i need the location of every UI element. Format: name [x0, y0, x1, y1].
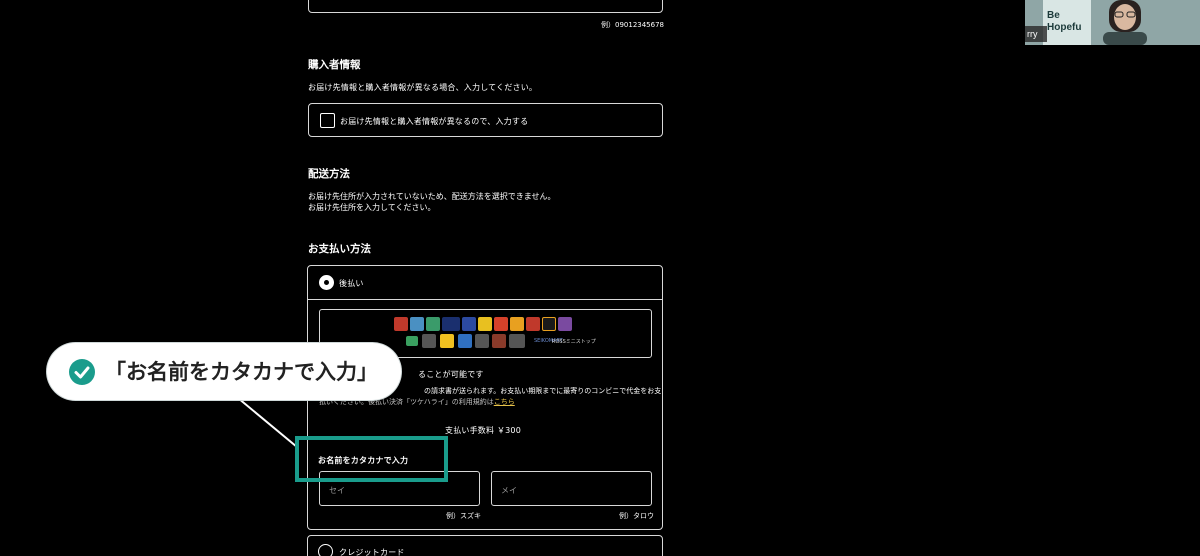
callout-text: 「お名前をカタカナで入力」 [105, 360, 378, 384]
webcam-sign-text: Be Hopefu [1047, 10, 1082, 33]
webcam-thumbnail: Be Hopefu rry [1025, 0, 1200, 45]
check-circle-icon [69, 359, 95, 385]
webcam-name-label: rry [1025, 26, 1047, 42]
highlight-frame [295, 436, 448, 482]
person-avatar [1103, 0, 1147, 45]
callout-bubble: 「お名前をカタカナで入力」 [47, 343, 401, 400]
callout-connector [237, 397, 298, 448]
